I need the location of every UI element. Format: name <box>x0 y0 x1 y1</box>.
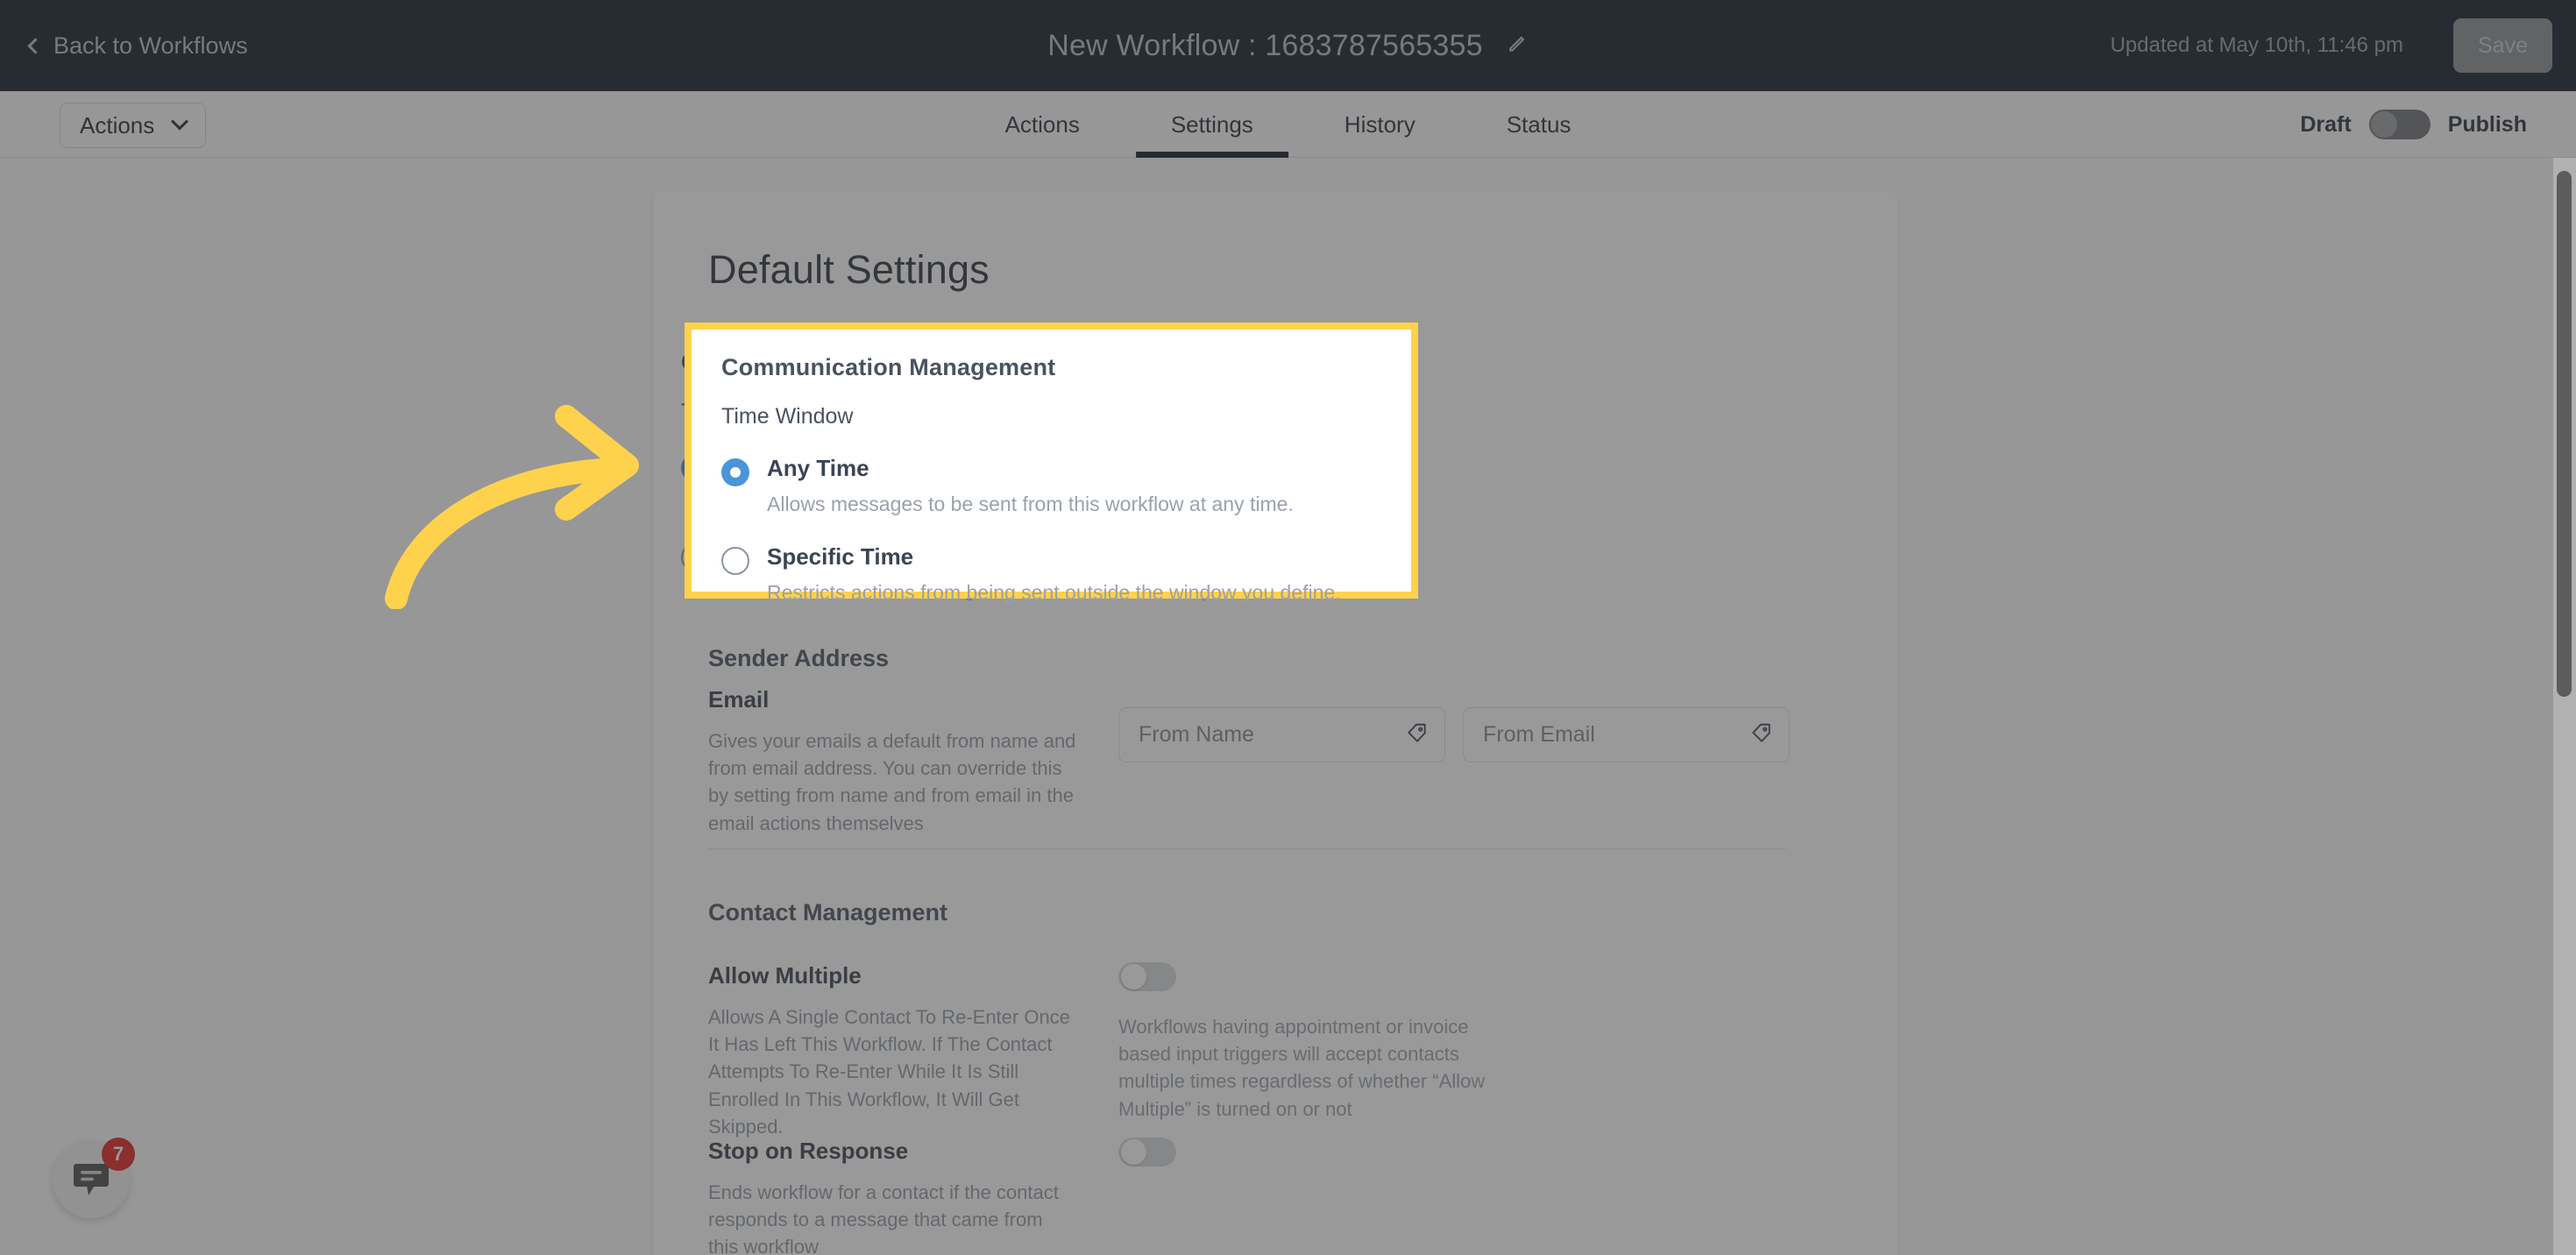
stop-on-response-label: Stop on Response <box>708 1138 909 1164</box>
draft-publish-group: Draft Publish <box>2300 91 2527 158</box>
tab-actions[interactable]: Actions <box>960 91 1125 158</box>
actions-dropdown-label: Actions <box>80 111 155 138</box>
contact-management-heading: Contact Management <box>708 899 948 925</box>
updated-at-label: Updated at May 10th, 11:46 pm <box>2110 33 2403 57</box>
email-settings-row: Email Gives your emails a default from n… <box>708 686 1848 837</box>
stop-on-response-description-column: Stop on Response Ends workflow for a con… <box>708 1138 1076 1255</box>
highlight-time-window-label: Time Window <box>721 404 854 429</box>
stop-on-response-description: Ends workflow for a contact if the conta… <box>708 1181 1059 1255</box>
email-description: Gives your emails a default from name an… <box>708 730 1076 834</box>
radio-specific-time-label: Specific Time <box>767 543 914 571</box>
stop-on-response-control-column <box>1118 1138 1176 1255</box>
tab-history[interactable]: History <box>1299 91 1461 158</box>
default-settings-title: Default Settings <box>708 247 990 292</box>
from-name-input[interactable] <box>1119 708 1444 762</box>
radio-any-time[interactable] <box>721 458 749 486</box>
toggle-knob <box>2370 111 2397 138</box>
radio-any-time-description: Allows messages to be sent from this wor… <box>767 492 1294 515</box>
save-button[interactable]: Save <box>2453 18 2552 73</box>
toggle-knob <box>1121 1139 1146 1165</box>
page-title: New Workflow : 1683787565355 <box>1047 28 1483 62</box>
radio-specific-time[interactable] <box>721 547 749 576</box>
allow-multiple-row: Allow Multiple Allows A Single Contact T… <box>708 962 1848 1140</box>
allow-multiple-label: Allow Multiple <box>708 962 862 989</box>
radio-specific-time-description: Restricts actions from being sent outsid… <box>767 580 1341 604</box>
actions-dropdown-button[interactable]: Actions <box>60 103 207 148</box>
allow-multiple-description-column: Allow Multiple Allows A Single Contact T… <box>708 962 1076 1140</box>
allow-multiple-toggle[interactable] <box>1118 962 1176 991</box>
section-divider <box>708 848 1786 849</box>
publish-label: Publish <box>2447 111 2527 137</box>
draft-label: Draft <box>2300 111 2352 137</box>
allow-multiple-note: Workflows having appointment or invoice … <box>1118 1016 1486 1120</box>
draft-publish-toggle[interactable] <box>2368 110 2431 139</box>
nav-tabs: Actions Settings History Status <box>960 91 1617 158</box>
from-email-input[interactable] <box>1464 708 1789 762</box>
highlight-box-communication-management: Communication Management Time Window Any… <box>685 323 1418 604</box>
email-label: Email <box>708 686 770 713</box>
stop-on-response-toggle[interactable] <box>1118 1138 1176 1166</box>
from-name-input-wrap[interactable] <box>1118 707 1445 762</box>
workflow-nav-bar: Actions Actions Settings History Status … <box>0 91 2576 158</box>
scrollbar-thumb[interactable] <box>2557 171 2572 697</box>
email-description-column: Email Gives your emails a default from n… <box>708 686 1076 837</box>
chat-unread-badge: 7 <box>102 1138 135 1171</box>
pencil-icon[interactable] <box>1506 32 1529 60</box>
from-email-input-wrap[interactable] <box>1463 707 1790 762</box>
highlight-radio-specific-time-row[interactable]: Specific Time Restricts actions from bei… <box>721 544 1381 605</box>
toggle-knob <box>1121 964 1146 989</box>
back-to-workflows-label: Back to Workflows <box>53 32 248 59</box>
chat-widget-button[interactable]: 7 <box>53 1138 135 1218</box>
tag-icon[interactable] <box>1750 721 1773 748</box>
tag-icon[interactable] <box>1406 721 1429 748</box>
highlight-communication-heading: Communication Management <box>721 354 1056 380</box>
allow-multiple-description: Allows A Single Contact To Re-Enter Once… <box>708 1006 1070 1138</box>
highlight-radio-any-time-row[interactable]: Any Time Allows messages to be sent from… <box>721 456 1381 516</box>
back-to-workflows-link[interactable]: Back to Workflows <box>27 32 248 60</box>
sender-inputs-group <box>1118 686 1790 837</box>
top-bar: Back to Workflows New Workflow : 1683787… <box>0 0 2576 91</box>
allow-multiple-control-column: Workflows having appointment or invoice … <box>1118 962 1487 1140</box>
chevron-down-icon <box>171 112 189 131</box>
radio-any-time-label: Any Time <box>767 455 869 481</box>
stop-on-response-row: Stop on Response Ends workflow for a con… <box>708 1138 1848 1255</box>
sender-address-heading: Sender Address <box>708 645 890 671</box>
tab-settings[interactable]: Settings <box>1125 91 1299 158</box>
chevron-left-icon <box>27 38 44 54</box>
workflow-title-group: New Workflow : 1683787565355 <box>1047 29 1528 63</box>
tab-status[interactable]: Status <box>1461 91 1617 158</box>
